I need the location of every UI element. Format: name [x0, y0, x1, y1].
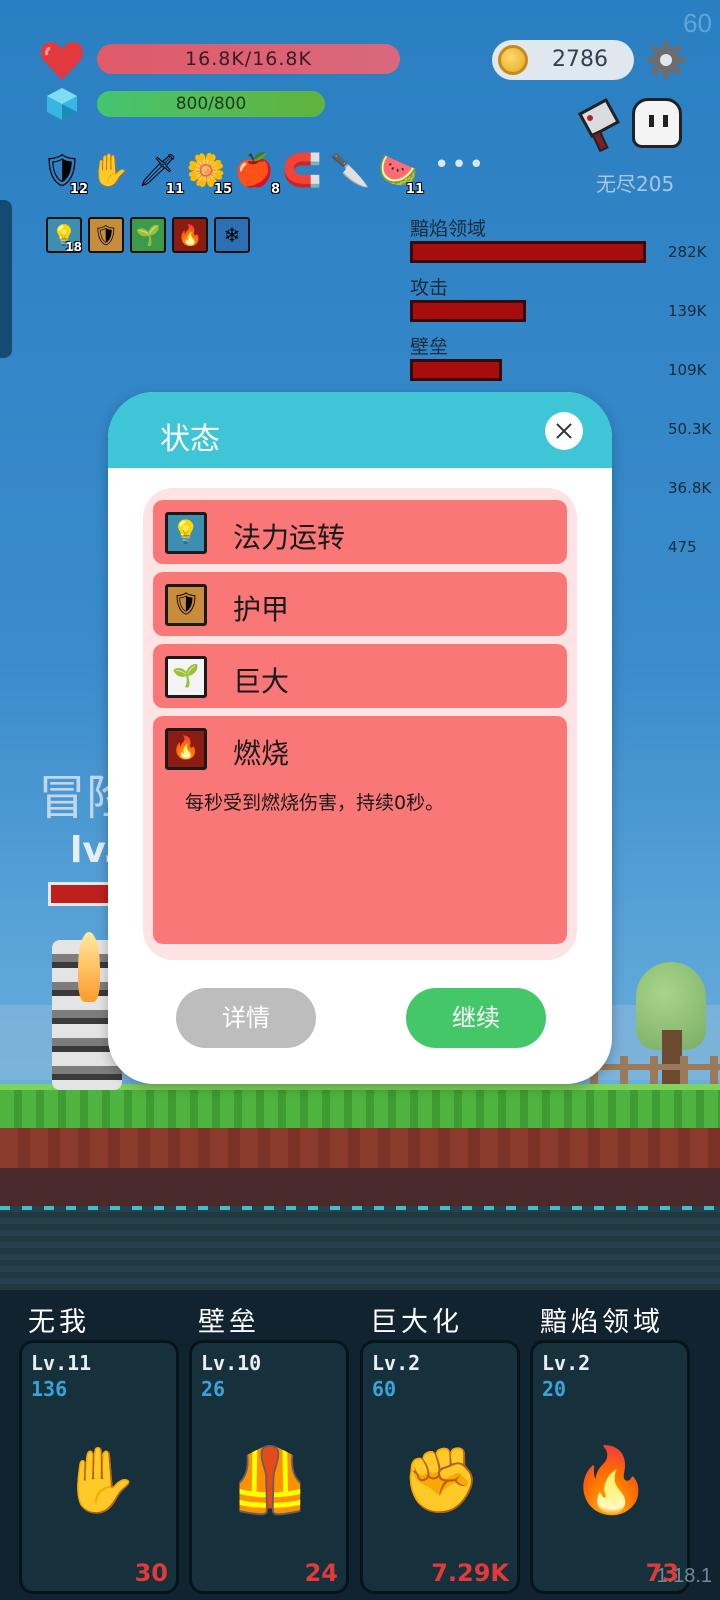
item-count: 15 — [213, 182, 232, 197]
skill-value: 60 — [372, 1377, 397, 1401]
skill-title: 巨大化 — [370, 1307, 463, 1338]
skill-card-gigantify[interactable]: Lv.2 60 ✊ 7.29K — [360, 1340, 520, 1594]
armor-icon: 🛡 — [165, 584, 207, 626]
item-bar: 🛡 12 ✋ 🗡 11 🌼 15 🍎 8 🧲 🔪 🍉 11 — [40, 148, 424, 196]
hp-bar: 16.8K/16.8K — [97, 44, 400, 74]
grass-ground — [0, 1090, 720, 1130]
damage-value: 139K — [668, 302, 707, 320]
damage-value: 50.3K — [668, 420, 712, 438]
giant-icon: 🌱 — [165, 656, 207, 698]
damage-bar — [410, 359, 502, 381]
item-count: 11 — [405, 182, 424, 197]
side-drawer-tab[interactable] — [0, 200, 12, 358]
mp-text: 800/800 — [175, 94, 247, 114]
skill-title: 无我 — [28, 1307, 90, 1338]
dialog-header: 状态 — [108, 392, 612, 468]
fist-icon: ✊ — [401, 1444, 481, 1518]
blade-icon[interactable]: 🔪 — [328, 148, 372, 192]
campfire-icon: 🔥 — [571, 1444, 651, 1518]
hero-flame — [78, 932, 100, 1002]
damage-value: 36.8K — [668, 479, 712, 497]
status-dialog: 状态 💡 法力运转 🛡 护甲 🌱 巨大 🔥 燃烧 每秒受到燃烧伤害，持续0秒。 … — [108, 392, 612, 1084]
hp-text: 16.8K/16.8K — [185, 48, 312, 70]
status-row-giant[interactable]: 🌱 巨大 — [153, 644, 567, 708]
version-label: 1.18.1 — [656, 1565, 712, 1587]
status-row-mana-flow[interactable]: 💡 法力运转 — [153, 500, 567, 564]
mp-bar: 800/800 — [97, 91, 325, 117]
item-count: 11 — [165, 182, 184, 197]
skill-title: 壁垒 — [198, 1307, 260, 1338]
water-surface — [0, 1206, 720, 1210]
status-row-burn[interactable]: 🔥 燃烧 每秒受到燃烧伤害，持续0秒。 — [153, 716, 567, 944]
status-list[interactable]: 💡 法力运转 🛡 护甲 🌱 巨大 🔥 燃烧 每秒受到燃烧伤害，持续0秒。 — [143, 488, 577, 960]
glove-icon[interactable]: ✋ — [88, 148, 132, 192]
close-button[interactable] — [545, 412, 583, 450]
armor-vest-icon: 🦺 — [230, 1444, 310, 1518]
giant-icon[interactable]: 🌱 — [130, 217, 166, 253]
dark-dirt-layer — [0, 1168, 720, 1210]
status-row-armor[interactable]: 🛡 护甲 — [153, 572, 567, 636]
burn-icon: 🔥 — [165, 728, 207, 770]
endless-stage-label: 无尽205 — [596, 172, 675, 196]
gold-value: 2786 — [552, 47, 608, 72]
more-items-button[interactable]: ••• — [434, 150, 486, 180]
watermelon-icon[interactable]: 🍉 11 — [376, 148, 424, 196]
skill-cost: 7.29K — [431, 1559, 509, 1587]
armor-icon[interactable]: 🛡 — [88, 217, 124, 253]
skill-level: Lv.11 — [31, 1351, 92, 1375]
gold-counter[interactable]: 2786 — [492, 40, 634, 80]
damage-source-label: 黯焰领域 — [410, 218, 487, 240]
burn-icon[interactable]: 🔥 — [172, 217, 208, 253]
damage-value: 282K — [668, 243, 707, 261]
damage-value: 475 — [668, 538, 697, 556]
status-effects-row: 💡 18 🛡 🌱 🔥 ❄ — [46, 217, 250, 253]
skill-card-wuwo[interactable]: Lv.11 136 ✋ 30 — [19, 1340, 179, 1594]
cleaver-icon[interactable] — [576, 96, 624, 152]
skill-level: Lv.10 — [201, 1351, 262, 1375]
apple-icon[interactable]: 🍎 8 — [232, 148, 280, 196]
damage-bar — [410, 241, 646, 263]
skill-value: 26 — [201, 1377, 226, 1401]
flower-icon[interactable]: 🌼 15 — [184, 148, 232, 196]
fps-counter: 60 — [683, 8, 712, 38]
skill-value: 20 — [542, 1377, 567, 1401]
skill-title: 黯焰领域 — [540, 1307, 664, 1338]
enemy-hp-bar — [48, 882, 114, 906]
skill-cost: 30 — [134, 1559, 168, 1587]
skill-card-dark-flame-domain[interactable]: Lv.2 20 🔥 73 — [530, 1340, 690, 1594]
heart-icon — [40, 42, 84, 80]
frost-icon[interactable]: ❄ — [214, 217, 250, 253]
skill-level: Lv.2 — [372, 1351, 421, 1375]
gear-icon[interactable] — [646, 40, 686, 80]
skill-level: Lv.2 — [542, 1351, 591, 1375]
status-description: 每秒受到燃烧伤害，持续0秒。 — [185, 792, 445, 814]
sword-icon[interactable]: 🗡 11 — [136, 148, 184, 196]
water-strip — [0, 1206, 720, 1296]
detail-button[interactable]: 详情 — [176, 988, 316, 1048]
skill-value: 136 — [31, 1377, 68, 1401]
damage-source-label: 攻击 — [410, 277, 449, 299]
mana-flow-icon[interactable]: 💡 18 — [46, 217, 82, 253]
skill-cost: 24 — [304, 1559, 338, 1587]
item-count: 12 — [69, 182, 88, 197]
shield-icon[interactable]: 🛡 12 — [40, 148, 88, 196]
status-name: 护甲 — [233, 593, 290, 626]
status-name: 法力运转 — [233, 521, 346, 554]
item-count: 8 — [270, 182, 280, 197]
damage-bar — [410, 300, 526, 322]
status-name: 燃烧 — [233, 737, 290, 770]
damage-value: 109K — [668, 361, 707, 379]
dialog-title: 状态 — [160, 422, 220, 457]
skill-card-bulwark[interactable]: Lv.10 26 🦺 24 — [189, 1340, 349, 1594]
magnet-icon[interactable]: 🧲 — [280, 148, 324, 192]
continue-button[interactable]: 继续 — [406, 988, 546, 1048]
status-name: 巨大 — [233, 665, 290, 698]
gold-coin-icon — [498, 45, 528, 75]
ghost-icon[interactable] — [632, 98, 682, 148]
mana-flow-icon: 💡 — [165, 512, 207, 554]
mana-gem-icon — [47, 88, 77, 120]
eye-hand-icon: ✋ — [60, 1444, 140, 1518]
status-stack-count: 18 — [65, 240, 82, 254]
damage-source-label: 壁垒 — [410, 336, 449, 358]
